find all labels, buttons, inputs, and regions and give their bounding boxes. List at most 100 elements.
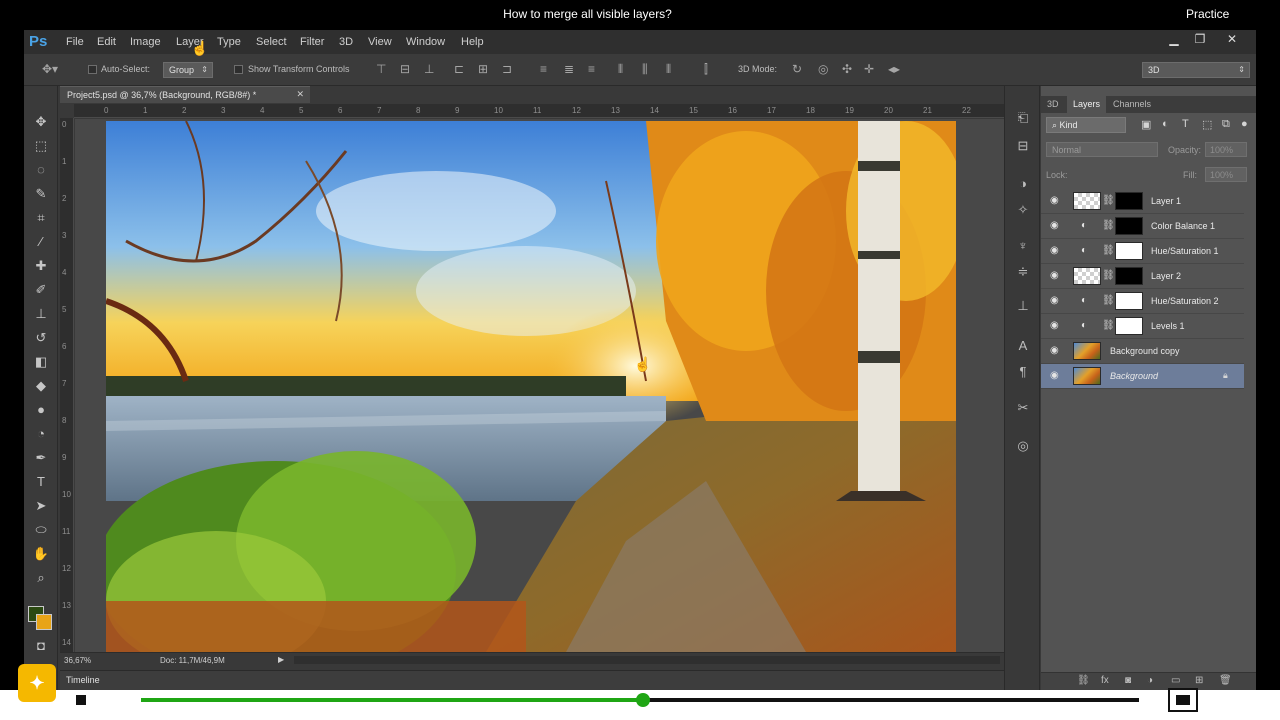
new-layer-icon[interactable]: ⊞ (1195, 675, 1203, 686)
hand-tool-icon[interactable]: ✋ (29, 544, 53, 564)
eraser-tool-icon[interactable]: ◧ (29, 352, 53, 372)
distribute-left-icon[interactable]: ⫴ (618, 62, 623, 77)
horizontal-scrollbar[interactable] (294, 656, 1000, 664)
document-tab[interactable]: Project5.psd @ 36,7% (Background, RGB/8#… (60, 86, 310, 103)
align-bottom-icon[interactable]: ⊥ (424, 62, 434, 76)
timeline-panel[interactable]: Timeline (60, 670, 1004, 690)
move-tool-icon[interactable]: ✥ (29, 112, 53, 132)
quick-select-tool-icon[interactable]: ✎ (29, 184, 53, 204)
filter-smart-object-icon[interactable]: ⧉ (1222, 118, 1230, 131)
3d-pan-icon[interactable]: ✣ (842, 62, 852, 76)
background-color-swatch[interactable] (36, 614, 52, 630)
brush-presets-icon[interactable]: ≑ (1012, 262, 1034, 282)
align-hcenter-icon[interactable]: ⊞ (478, 62, 488, 76)
tab-channels[interactable]: Channels (1113, 99, 1151, 109)
3d-panel-icon[interactable]: ◎ (1012, 436, 1034, 456)
layer-name[interactable]: Background copy (1110, 346, 1180, 356)
history-brush-tool-icon[interactable]: ↺ (29, 328, 53, 348)
3d-slide-icon[interactable]: ✛ (864, 62, 874, 76)
close-button[interactable]: ✕ (1222, 32, 1242, 48)
menu-help[interactable]: Help (461, 36, 484, 48)
workspace-dropdown[interactable]: 3D ⇕ (1142, 62, 1250, 78)
layer-row-levels-1[interactable]: ◉ ◐ ⛓ Levels 1 (1041, 314, 1244, 339)
stop-icon[interactable] (76, 695, 86, 705)
layer-row-layer-2[interactable]: ◉ ⛓ Layer 2 (1041, 264, 1244, 289)
clone-source-icon[interactable]: ⊥ (1012, 296, 1034, 316)
layer-mask-thumbnail[interactable] (1115, 267, 1143, 285)
restore-button[interactable]: ❐ (1190, 32, 1210, 48)
layer-mask-thumbnail[interactable] (1115, 192, 1143, 210)
layer-mask-thumbnail[interactable] (1115, 217, 1143, 235)
layer-row-hue-saturation-1[interactable]: ◉ ◐ ⛓ Hue/Saturation 1 (1041, 239, 1244, 264)
menu-3d[interactable]: 3D (339, 36, 353, 48)
layer-row-hue-saturation-2[interactable]: ◉ ◐ ⛓ Hue/Saturation 2 (1041, 289, 1244, 314)
fill-input[interactable]: 100% (1205, 167, 1247, 182)
mask-link-icon[interactable]: ⛓ (1102, 270, 1115, 281)
hint-icon[interactable]: ✦ (18, 664, 56, 702)
path-selection-tool-icon[interactable]: ➤ (29, 496, 53, 516)
tab-layers[interactable]: Layers (1067, 96, 1107, 113)
menu-window[interactable]: Window (406, 36, 445, 48)
layer-row-background[interactable]: ◉ Background 🔒︎ (1041, 364, 1244, 389)
character-panel-icon[interactable]: A (1012, 336, 1034, 356)
quick-mask-icon[interactable]: ◘ (29, 636, 53, 656)
filter-kind-dropdown[interactable]: ⌕ Kind (1046, 117, 1126, 133)
pen-tool-icon[interactable]: ✒ (29, 448, 53, 468)
layer-mask-thumbnail[interactable] (1115, 292, 1143, 310)
distribute-top-icon[interactable]: ≡ (540, 62, 547, 76)
mask-link-icon[interactable]: ⛓ (1102, 195, 1115, 206)
layer-name[interactable]: Layer 2 (1151, 271, 1181, 281)
mask-link-icon[interactable]: ⛓ (1102, 295, 1115, 306)
blend-mode-dropdown[interactable]: Normal (1046, 142, 1158, 157)
align-top-icon[interactable]: ⊤ (376, 62, 386, 76)
mask-link-icon[interactable]: ⛓ (1102, 220, 1115, 231)
visibility-eye-icon[interactable]: ◉ (1050, 345, 1059, 356)
filter-adjustment-icon[interactable]: ◐ (1162, 118, 1169, 130)
opacity-input[interactable]: 100% (1205, 142, 1247, 157)
healing-brush-tool-icon[interactable]: ✚ (29, 256, 53, 276)
document-image[interactable] (106, 121, 956, 652)
paint-bucket-tool-icon[interactable]: ◆ (29, 376, 53, 396)
filter-shape-icon[interactable]: ⬚ (1202, 118, 1212, 131)
distribute-bottom-icon[interactable]: ≡ (588, 62, 595, 76)
add-mask-icon[interactable]: ◙ (1125, 675, 1131, 686)
visibility-eye-icon[interactable]: ◉ (1050, 320, 1059, 331)
close-tab-icon[interactable]: ✕ (296, 89, 304, 100)
layer-name[interactable]: Background (1110, 371, 1158, 381)
layer-mask-thumbnail[interactable] (1115, 317, 1143, 335)
menu-file[interactable]: File (66, 36, 84, 48)
align-left-icon[interactable]: ⊏ (454, 62, 464, 76)
clone-stamp-tool-icon[interactable]: ⊥ (29, 304, 53, 324)
visibility-eye-icon[interactable]: ◉ (1050, 220, 1059, 231)
layer-mask-thumbnail[interactable] (1115, 242, 1143, 260)
ellipse-tool-icon[interactable]: ⬭ (29, 520, 53, 540)
properties-panel-icon[interactable]: ⊟ (1012, 136, 1034, 156)
tab-3d[interactable]: 3D (1047, 99, 1059, 109)
visibility-eye-icon[interactable]: ◉ (1050, 295, 1059, 306)
delete-layer-icon[interactable]: 🗑︎ (1219, 675, 1232, 686)
mask-link-icon[interactable]: ⛓ (1102, 320, 1115, 331)
tool-presets-icon[interactable]: ✂ (1012, 398, 1034, 418)
distribute-vcenter-icon[interactable]: ≣ (564, 62, 574, 76)
minimize-button[interactable]: ▁ (1164, 32, 1184, 48)
filter-toggle-icon[interactable]: ● (1241, 118, 1248, 130)
auto-align-icon[interactable]: ⫿ (704, 62, 708, 77)
distribute-hcenter-icon[interactable]: ⫼ (642, 62, 648, 77)
layer-row-layer-1[interactable]: ◉ ⛓ Layer 1 (1041, 189, 1244, 214)
3d-scale-icon[interactable]: ◂▸ (888, 62, 900, 76)
visibility-eye-icon[interactable]: ◉ (1050, 245, 1059, 256)
filter-pixel-icon[interactable]: ▣ (1141, 118, 1151, 131)
mask-link-icon[interactable]: ⛓ (1102, 245, 1115, 256)
zoom-tool-icon[interactable]: ⌕ (29, 568, 53, 588)
layer-name[interactable]: Levels 1 (1151, 321, 1185, 331)
type-tool-icon[interactable]: T (29, 472, 53, 492)
layer-name[interactable]: Layer 1 (1151, 196, 1181, 206)
ruler-horizontal[interactable]: 0 1 2 3 4 5 6 7 8 9 10 11 12 13 14 15 16 17 18 19 20 21 22 (74, 104, 1004, 118)
filter-type-icon[interactable]: T (1182, 118, 1189, 130)
visibility-eye-icon[interactable]: ◉ (1050, 270, 1059, 281)
layer-name[interactable]: Hue/Saturation 1 (1151, 246, 1219, 256)
visibility-eye-icon[interactable]: ◉ (1050, 195, 1059, 206)
fullscreen-icon[interactable] (1168, 688, 1198, 712)
canvas-area[interactable] (75, 119, 1004, 652)
layer-name[interactable]: Hue/Saturation 2 (1151, 296, 1219, 306)
